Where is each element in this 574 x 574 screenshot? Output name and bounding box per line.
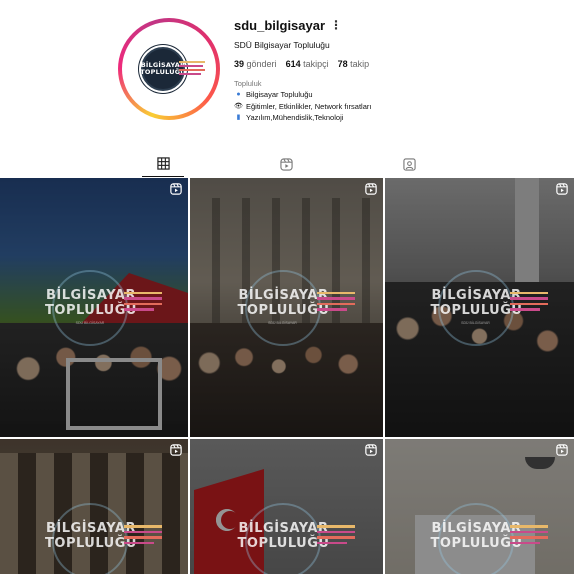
followers-label: takipçi bbox=[303, 59, 329, 69]
profile-avatar[interactable]: BİLGİSAYAR TOPLULUĞU bbox=[118, 18, 220, 120]
community-logo: BİLGİSAYAR TOPLULUĞU bbox=[127, 27, 211, 111]
reel-icon bbox=[365, 444, 377, 456]
following-count: 78 bbox=[337, 59, 348, 69]
followers-stat[interactable]: 614 takipçi bbox=[286, 59, 329, 69]
bio-text: Bilgisayar Topluluğu bbox=[246, 90, 313, 99]
profile-username: sdu_bilgisayar bbox=[234, 18, 326, 33]
community-watermark: BİLGİSAYAR TOPLULUĞU SDÜ BİLGİSAYAR bbox=[217, 268, 357, 348]
community-watermark: BİLGİSAYAR TOPLULUĞU bbox=[217, 501, 357, 574]
tab-reels[interactable] bbox=[265, 151, 307, 177]
posts-grid: BİLGİSAYAR TOPLULUĞU SDÜ BİLGİSAYAR BİLGİ… bbox=[0, 178, 574, 574]
bio-text: Yazılım,Mühendislik,Teknoloji bbox=[246, 113, 344, 122]
more-options-icon[interactable]: ⋮ bbox=[330, 19, 342, 31]
community-watermark: BİLGİSAYAR TOPLULUĞU bbox=[410, 501, 550, 574]
post-thumbnail[interactable]: BİLGİSAYAR TOPLULUĞU SDÜ BİLGİSAYAR bbox=[0, 178, 188, 437]
posts-count: 39 bbox=[234, 59, 245, 69]
following-label: takip bbox=[350, 59, 370, 69]
grid-icon bbox=[156, 157, 170, 170]
reel-icon bbox=[170, 444, 182, 456]
community-watermark: BİLGİSAYAR TOPLULUĞU SDÜ BİLGİSAYAR bbox=[24, 268, 164, 348]
reel-icon bbox=[365, 183, 377, 195]
post-thumbnail[interactable]: BİLGİSAYAR TOPLULUĞU bbox=[0, 439, 188, 574]
book-icon: ▮ bbox=[236, 114, 241, 121]
bio-line: ▮ Yazılım,Mühendislik,Teknoloji bbox=[234, 112, 371, 124]
post-thumbnail[interactable]: BİLGİSAYAR TOPLULUĞU bbox=[385, 439, 574, 574]
reel-icon bbox=[556, 444, 568, 456]
posts-label: gönderi bbox=[246, 59, 277, 69]
tagged-user-icon bbox=[402, 157, 416, 171]
logo-stripes bbox=[179, 61, 205, 75]
profile-stats: 39 gönderi 614 takipçi 78 takip bbox=[234, 59, 369, 69]
post-thumbnail[interactable]: BİLGİSAYAR TOPLULUĞU SDÜ BİLGİSAYAR bbox=[190, 178, 383, 437]
reel-icon bbox=[556, 183, 568, 195]
post-thumbnail[interactable]: BİLGİSAYAR TOPLULUĞU SDÜ BİLGİSAYAR bbox=[385, 178, 574, 437]
posts-count-stat: 39 gönderi bbox=[234, 59, 277, 69]
eye-icon: 👁 bbox=[234, 102, 243, 110]
tab-tagged[interactable] bbox=[388, 151, 430, 177]
avatar-inner-ring: BİLGİSAYAR TOPLULUĞU bbox=[122, 22, 216, 116]
profile-category: Topluluk bbox=[234, 79, 262, 88]
profile-bio: ● Bilgisayar Topluluğu 👁 Eğitimler, Etki… bbox=[234, 89, 371, 124]
following-stat[interactable]: 78 takip bbox=[338, 59, 370, 69]
profile-full-name: SDÜ Bilgisayar Topluluğu bbox=[234, 40, 330, 50]
blue-dot-icon: ● bbox=[236, 91, 241, 98]
reels-icon bbox=[279, 157, 293, 171]
followers-count: 614 bbox=[285, 59, 301, 69]
community-watermark: BİLGİSAYAR TOPLULUĞU bbox=[24, 501, 164, 574]
bio-line: 👁 Eğitimler, Etkinlikler, Network fırsat… bbox=[234, 101, 371, 113]
tab-posts[interactable] bbox=[142, 151, 184, 177]
bio-text: Eğitimler, Etkinlikler, Network fırsatla… bbox=[246, 101, 372, 111]
reel-icon bbox=[170, 183, 182, 195]
community-watermark: BİLGİSAYAR TOPLULUĞU SDÜ BİLGİSAYAR bbox=[410, 268, 550, 348]
profile-tabs bbox=[0, 151, 574, 177]
bio-line: ● Bilgisayar Topluluğu bbox=[234, 89, 371, 101]
post-thumbnail[interactable]: BİLGİSAYAR TOPLULUĞU bbox=[190, 439, 383, 574]
